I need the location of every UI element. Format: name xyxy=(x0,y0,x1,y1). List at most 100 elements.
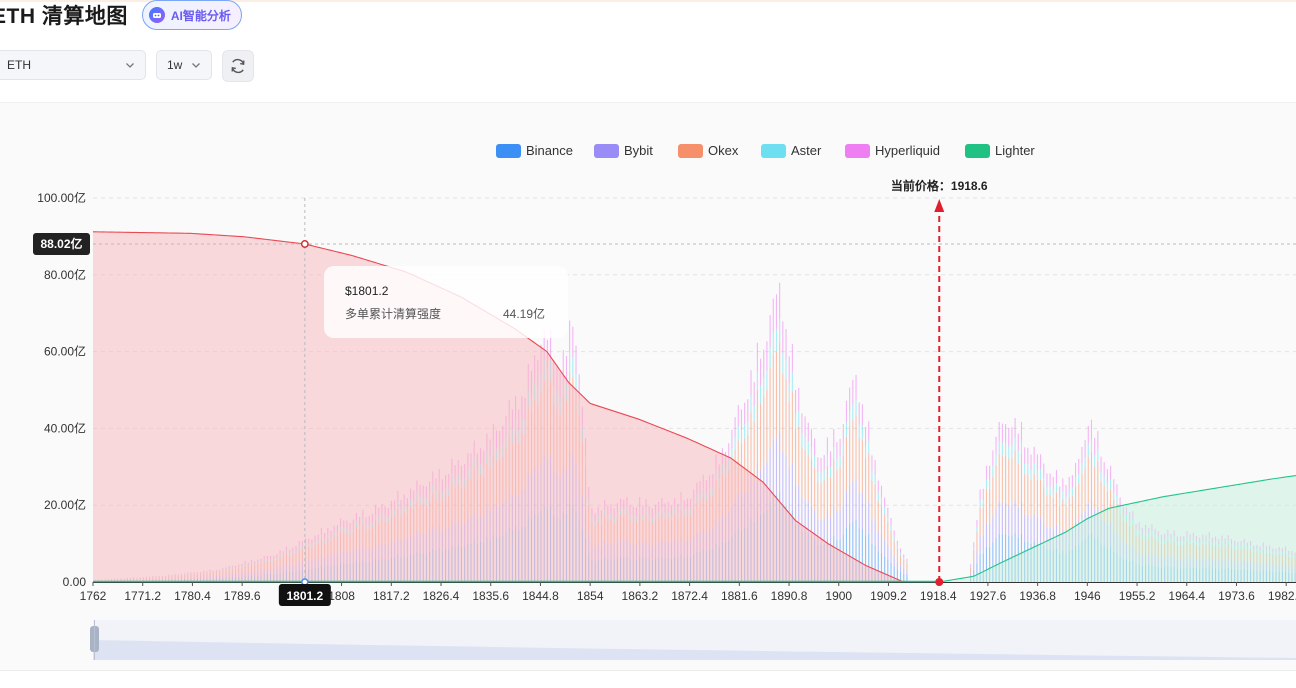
bar-okex xyxy=(906,563,908,571)
bar-okex xyxy=(814,467,816,511)
bar-okex xyxy=(896,548,898,562)
bar-okex xyxy=(868,453,870,502)
bar-aster xyxy=(861,425,863,440)
bar-aster xyxy=(1005,443,1007,456)
bar-bybit xyxy=(1011,504,1013,536)
bar-hyperliquid xyxy=(807,422,809,442)
bar-bybit xyxy=(1008,504,1010,536)
bar-aster xyxy=(1071,487,1073,497)
legend-item-bybit[interactable]: Bybit xyxy=(594,143,653,158)
bar-bybit xyxy=(836,512,838,541)
bar-okex xyxy=(1027,474,1029,515)
bar-hyperliquid xyxy=(1087,425,1089,445)
bar-hyperliquid xyxy=(804,416,806,437)
bar-aster xyxy=(1001,442,1003,456)
bar-aster xyxy=(1097,449,1099,462)
bar-bybit xyxy=(1030,518,1032,544)
bar-okex xyxy=(772,355,774,441)
bar-okex xyxy=(858,438,860,493)
bar-okex xyxy=(1065,504,1067,534)
bar-okex xyxy=(823,480,825,519)
bar-aster xyxy=(1011,445,1013,459)
current-price-dot xyxy=(935,578,944,586)
bar-aster xyxy=(1075,477,1077,487)
bar-aster xyxy=(1017,451,1019,464)
bar-hyperliquid xyxy=(763,349,765,378)
liquidation-chart[interactable]: 1762 1771.2 1780.4 1789.6 1808 1817.2 1826.4 18… xyxy=(0,0,1296,688)
bar-okex xyxy=(985,489,988,524)
bar-okex xyxy=(1068,497,1070,530)
bar-okex xyxy=(1020,453,1023,502)
bar-okex xyxy=(798,426,800,485)
bar-hyperliquid xyxy=(845,400,848,423)
bar-hyperliquid xyxy=(861,404,863,426)
bar-aster xyxy=(1046,486,1048,496)
bar-okex xyxy=(1084,468,1086,512)
bar-hyperliquid xyxy=(753,382,755,407)
bar-bybit xyxy=(1024,514,1026,542)
bar-hyperliquid xyxy=(756,342,758,372)
legend-item-aster[interactable]: Aster xyxy=(761,143,822,158)
bar-aster xyxy=(896,545,898,549)
bar-okex xyxy=(1046,495,1048,528)
cumulative-areas xyxy=(92,231,1296,583)
bar-okex xyxy=(826,466,828,510)
bar-bybit xyxy=(995,509,997,539)
bar-okex xyxy=(801,447,803,498)
bar-hyperliquid xyxy=(1027,447,1029,464)
bar-hyperliquid xyxy=(858,402,860,425)
bar-hyperliquid xyxy=(1103,462,1105,477)
bar-aster xyxy=(973,547,975,551)
bar-hyperliquid xyxy=(1055,469,1058,484)
bar-okex xyxy=(979,507,981,536)
bar-hyperliquid xyxy=(903,554,905,558)
legend-item-lighter[interactable]: Lighter xyxy=(965,143,1035,158)
bar-aster xyxy=(884,507,886,515)
x-tick-label: 1890.8 xyxy=(771,589,808,603)
bar-hyperliquid xyxy=(839,438,841,457)
bar-aster xyxy=(1106,482,1108,492)
bar-hyperliquid xyxy=(740,409,743,431)
bar-bybit xyxy=(795,485,797,525)
legend[interactable]: Binance Bybit Okex Aster Hyperliquid Lighter xyxy=(496,143,1035,158)
legend-item-binance[interactable]: Binance xyxy=(496,143,573,158)
legend-label: Hyperliquid xyxy=(875,143,940,158)
bar-aster xyxy=(750,395,752,413)
bar-hyperliquid xyxy=(900,548,902,553)
legend-item-hyperliquid[interactable]: Hyperliquid xyxy=(845,143,940,158)
bar-bybit xyxy=(1017,507,1019,538)
bar-aster xyxy=(1090,439,1093,453)
bar-okex xyxy=(1033,473,1035,515)
bar-okex xyxy=(1011,458,1013,505)
bar-aster xyxy=(747,421,749,436)
legend-item-okex[interactable]: Okex xyxy=(678,143,739,158)
bar-hyperliquid xyxy=(887,507,889,517)
bar-aster xyxy=(769,346,771,369)
bar-aster xyxy=(823,470,825,481)
bar-hyperliquid xyxy=(1094,437,1096,456)
bar-hyperliquid xyxy=(1068,476,1070,490)
bar-aster xyxy=(1100,471,1102,482)
bar-okex xyxy=(903,559,905,569)
bar-hyperliquid xyxy=(1116,484,1118,497)
x-tick-label: 1881.6 xyxy=(721,589,758,603)
y-tick-label: 100.00亿 xyxy=(37,190,86,205)
bar-hyperliquid xyxy=(734,417,736,437)
bar-hyperliquid xyxy=(890,517,892,526)
bar-hyperliquid xyxy=(1106,469,1108,483)
bar-bybit xyxy=(868,501,870,534)
bar-hyperliquid xyxy=(1075,462,1077,478)
bar-aster xyxy=(979,500,981,508)
bar-aster xyxy=(1110,479,1112,490)
bar-hyperliquid xyxy=(817,457,819,473)
bar-hyperliquid xyxy=(782,321,784,353)
bar-okex xyxy=(982,507,984,536)
bar-aster xyxy=(737,426,739,441)
bar-bybit xyxy=(861,493,863,529)
bar-hyperliquid xyxy=(874,459,876,475)
bar-bybit xyxy=(1014,500,1016,533)
bar-aster xyxy=(756,371,758,391)
data-zoom-slider[interactable] xyxy=(90,620,1296,660)
bar-aster xyxy=(1049,486,1051,496)
bar-aster xyxy=(842,443,844,456)
